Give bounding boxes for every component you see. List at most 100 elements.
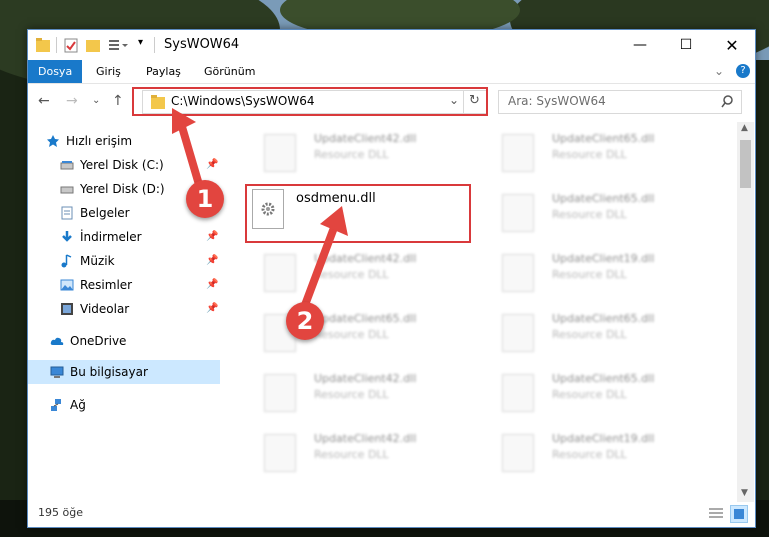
computer-icon <box>50 366 64 378</box>
dll-file-icon <box>264 374 296 412</box>
sidebar-item-music[interactable]: Müzik 📌 <box>28 250 220 272</box>
properties-icon[interactable] <box>64 37 78 53</box>
file-tile[interactable]: UpdateClient19.dll Resource DLL <box>486 426 706 476</box>
file-type: Resource DLL <box>314 148 389 161</box>
file-name: UpdateClient42.dll <box>314 132 417 145</box>
status-item-count: 195 öğe <box>38 506 83 519</box>
document-icon <box>61 206 73 220</box>
file-type: Resource DLL <box>552 388 627 401</box>
search-input[interactable]: Ara: SysWOW64 <box>498 90 742 114</box>
scrollbar-thumb[interactable] <box>740 140 751 188</box>
details-view-icon[interactable] <box>708 506 724 520</box>
music-icon <box>61 254 72 268</box>
new-folder-icon[interactable] <box>86 37 100 53</box>
dll-file-icon <box>502 134 534 172</box>
tab-share[interactable]: Paylaş <box>136 60 191 83</box>
pin-icon: 📌 <box>206 231 219 242</box>
pin-icon: 📌 <box>206 279 219 290</box>
sidebar-item-videos[interactable]: Videolar 📌 <box>28 298 220 320</box>
scroll-down-icon[interactable]: ▼ <box>741 488 748 498</box>
divider <box>154 37 155 53</box>
file-type: Resource DLL <box>552 148 627 161</box>
star-icon <box>47 135 59 147</box>
sidebar-item-onedrive[interactable]: OneDrive <box>28 330 220 352</box>
dll-file-icon <box>502 254 534 292</box>
file-tile[interactable]: UpdateClient65.dll Resource DLL <box>486 366 706 416</box>
file-type: Resource DLL <box>314 388 389 401</box>
up-button[interactable]: ↑ <box>112 93 124 109</box>
customize-toolbar-icon[interactable] <box>108 37 128 53</box>
dll-file-icon <box>502 314 534 352</box>
sidebar-item-this-pc[interactable]: Bu bilgisayar <box>28 360 220 384</box>
ribbon-expand-icon[interactable]: ⌄ <box>714 64 724 78</box>
file-name: UpdateClient19.dll <box>552 432 655 445</box>
file-name: UpdateClient19.dll <box>552 252 655 265</box>
file-tile[interactable]: UpdateClient42.dll Resource DLL <box>248 366 468 416</box>
window-title: SysWOW64 <box>164 37 240 52</box>
picture-icon <box>60 279 74 291</box>
network-icon <box>51 399 61 411</box>
cloud-icon <box>50 337 64 345</box>
drive-icon <box>60 186 74 194</box>
search-icon[interactable] <box>721 95 734 108</box>
quick-access-dropdown-icon[interactable]: ▾ <box>138 37 143 53</box>
vertical-scrollbar[interactable]: ▲ ▼ <box>737 122 754 502</box>
sidebar-item-label: Ağ <box>70 398 86 412</box>
file-tile[interactable]: UpdateClient65.dll Resource DLL <box>486 186 706 236</box>
tab-view[interactable]: Görünüm <box>194 60 265 83</box>
dll-file-icon <box>502 194 534 232</box>
file-type: Resource DLL <box>552 208 627 221</box>
file-tile[interactable]: UpdateClient19.dll Resource DLL <box>486 246 706 296</box>
maximize-button[interactable]: ☐ <box>663 30 709 60</box>
dll-file-icon <box>264 434 296 472</box>
dll-file-icon <box>264 134 296 172</box>
tab-home[interactable]: Giriş <box>86 60 131 83</box>
recent-locations-icon[interactable]: ⌄ <box>92 95 100 106</box>
help-icon[interactable]: ? <box>736 64 750 78</box>
file-type: Resource DLL <box>552 328 627 341</box>
file-tile[interactable]: UpdateClient65.dll Resource DLL <box>486 126 706 176</box>
file-name: UpdateClient65.dll <box>552 192 655 205</box>
file-name: UpdateClient42.dll <box>314 372 417 385</box>
sidebar-item-label: Videolar <box>80 302 130 316</box>
explorer-window: ▾ SysWOW64 — ☐ ✕ Dosya Giriş Paylaş Görü… <box>27 29 756 528</box>
title-bar: ▾ SysWOW64 — ☐ ✕ <box>28 30 755 60</box>
download-icon <box>62 231 72 242</box>
file-type: Resource DLL <box>552 268 627 281</box>
file-tile[interactable]: UpdateClient65.dll Resource DLL <box>486 306 706 356</box>
ribbon: Dosya Giriş Paylaş Görünüm ⌄ ? <box>28 60 755 84</box>
video-icon <box>61 303 73 315</box>
forward-button[interactable]: → <box>66 93 78 109</box>
dll-file-icon <box>502 434 534 472</box>
step-badge-1: 1 <box>186 180 224 218</box>
sidebar-item-label: Hızlı erişim <box>66 134 133 148</box>
sidebar-item-label: OneDrive <box>70 334 127 348</box>
file-name: UpdateClient65.dll <box>552 312 655 325</box>
tab-file[interactable]: Dosya <box>28 60 82 83</box>
folder-icon <box>36 38 50 52</box>
file-type: Resource DLL <box>552 448 627 461</box>
file-name: UpdateClient42.dll <box>314 432 417 445</box>
file-name: UpdateClient65.dll <box>552 372 655 385</box>
sidebar-item-label: İndirmeler <box>80 230 142 244</box>
file-tile[interactable]: UpdateClient42.dll Resource DLL <box>248 126 468 176</box>
file-type: Resource DLL <box>314 328 389 341</box>
sidebar-item-pictures[interactable]: Resimler 📌 <box>28 274 220 296</box>
pin-icon: 📌 <box>206 255 219 266</box>
dll-file-icon <box>502 374 534 412</box>
file-tile[interactable]: UpdateClient42.dll Resource DLL <box>248 426 468 476</box>
minimize-button[interactable]: — <box>617 30 663 60</box>
close-button[interactable]: ✕ <box>709 30 755 60</box>
scroll-up-icon[interactable]: ▲ <box>741 123 748 133</box>
sidebar-item-label: Bu bilgisayar <box>70 365 148 379</box>
step-badge-2: 2 <box>286 302 324 340</box>
drive-icon <box>60 161 74 170</box>
back-button[interactable]: ← <box>38 93 50 109</box>
pin-icon: 📌 <box>206 303 219 314</box>
sidebar-item-network[interactable]: Ağ <box>28 394 220 416</box>
file-type: Resource DLL <box>314 448 389 461</box>
sidebar-item-downloads[interactable]: İndirmeler 📌 <box>28 226 220 248</box>
navigation-bar: ← → ⌄ ↑ C:\Windows\SysWOW64 ⌄ ↻ Ara: Sys… <box>28 84 755 118</box>
sidebar-item-label: Resimler <box>80 278 133 292</box>
large-icons-view-icon[interactable] <box>730 505 748 523</box>
